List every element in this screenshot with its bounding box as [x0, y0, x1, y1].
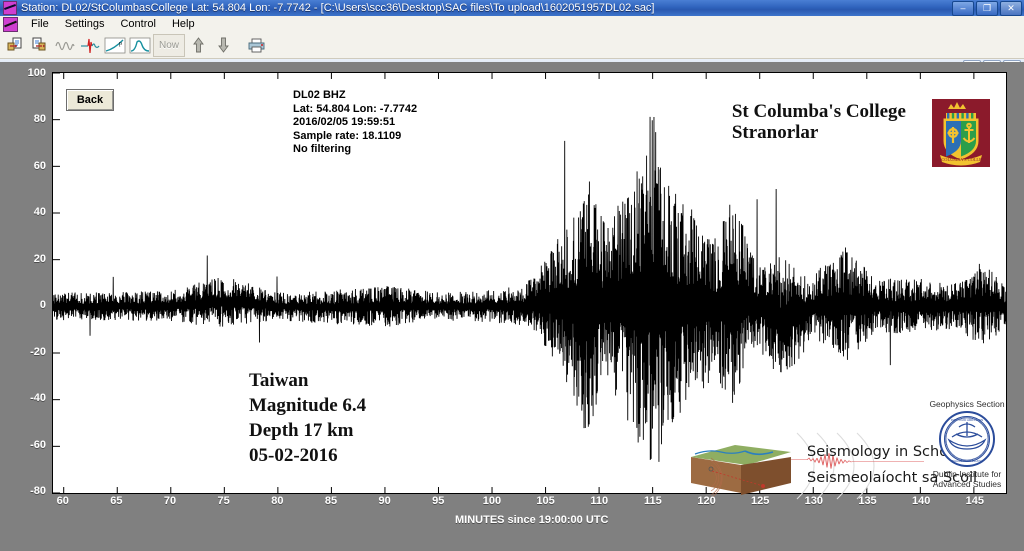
menu-item-settings[interactable]: Settings: [57, 17, 113, 32]
college-name: St Columba's College: [731, 101, 906, 122]
college-crest-icon: ST. COLUMBA'S COLLEGE: [932, 99, 990, 167]
x-tick-label: 80: [271, 495, 284, 507]
y-tick-label: 60: [33, 160, 46, 172]
college-town: Stranorlar: [731, 122, 819, 143]
dias-section-label: Geophysics Section: [929, 399, 1005, 409]
x-tick-label: 115: [644, 495, 662, 507]
event-annotation: Taiwan Magnitude 6.4 Depth 17 km 05-02-2…: [249, 368, 366, 468]
plot-client-area: 100 80 60 40 20 0 -20 -40 -60 -80 Back D…: [0, 62, 1024, 551]
x-tick-label: 105: [536, 495, 555, 507]
y-tick-label: -60: [30, 439, 46, 451]
station-info-block: DL02 BHZ Lat: 54.804 Lon: -7.7742 2016/0…: [293, 89, 417, 157]
svg-text:BHAILE ATHA CLIATH: BHAILE ATHA CLIATH: [952, 459, 982, 463]
event-date: 05-02-2016: [249, 445, 338, 466]
close-icon: ✕: [1007, 3, 1015, 13]
x-axis-title: MINUTES since 19:00:00 UTC: [455, 514, 609, 526]
window-controls: – ❐ ✕: [952, 1, 1022, 16]
menu-item-file[interactable]: File: [23, 17, 57, 32]
dias-seal-icon: INSTITIUID ARD-LEINN BHAILE ATHA CLIATH: [939, 411, 995, 467]
title-bar: Station: DL02/StColumbasCollege Lat: 54.…: [0, 0, 1024, 16]
application-window: Station: DL02/StColumbasCollege Lat: 54.…: [0, 0, 1024, 551]
station-info-line: Lat: 54.804 Lon: -7.7742: [293, 102, 418, 115]
menu-bar: File Settings Control Help: [0, 16, 1024, 34]
close-button[interactable]: ✕: [1000, 1, 1022, 16]
dias-name-line1: Dublin Institute for: [932, 469, 1002, 479]
svg-text:INSTITIUID ARD-LEINN: INSTITIUID ARD-LEINN: [951, 418, 983, 422]
minimize-icon: –: [960, 3, 966, 13]
arrow-up-icon[interactable]: [186, 34, 210, 57]
college-heading: St Columba's College Stranorlar: [732, 101, 906, 143]
window-title: Station: DL02/StColumbasCollege Lat: 54.…: [21, 1, 655, 14]
back-button[interactable]: Back: [66, 89, 114, 111]
x-tick-label: 110: [590, 495, 609, 507]
bell-curve-icon[interactable]: [128, 34, 152, 57]
y-tick-label: -40: [30, 392, 46, 404]
app-icon: [3, 17, 18, 32]
toolbar-separator: [236, 35, 244, 56]
now-button[interactable]: Now: [153, 34, 185, 57]
y-tick-label: 20: [33, 253, 46, 265]
x-tick-label: 95: [432, 495, 445, 507]
event-depth: Depth 17 km: [249, 420, 354, 441]
station-info-line: Sample rate: 18.1109: [293, 129, 402, 142]
svg-text:p: p: [119, 41, 122, 47]
x-tick-label: 70: [163, 495, 177, 507]
station-info-line: 2016/02/05 19:59:51: [293, 116, 396, 128]
x-tick-label: 135: [858, 495, 877, 507]
dias-logo: Geophysics Section INSTITIUID ARD-LEINN …: [915, 399, 1019, 489]
y-tick-label: 40: [33, 206, 46, 218]
dias-name-line2: Advanced Studies: [932, 479, 1002, 489]
toolbar: p Now: [0, 33, 1024, 59]
x-tick-label: 85: [324, 495, 338, 507]
ramp-p-icon[interactable]: p: [103, 34, 127, 57]
print-icon[interactable]: [245, 34, 269, 57]
pick-phase-icon[interactable]: [78, 34, 102, 57]
event-magnitude: Magnitude 6.4: [249, 395, 367, 416]
station-info-line: DL02 BHZ: [293, 89, 346, 101]
restore-button[interactable]: ❐: [976, 1, 998, 16]
seismology-in-schools-logo: Seismology in Schools Seismeolaíocht sa …: [685, 431, 977, 501]
seismogram-plot[interactable]: Back DL02 BHZ Lat: 54.804 Lon: -7.7742 2…: [52, 72, 1007, 500]
menu-item-control[interactable]: Control: [112, 17, 163, 32]
y-tick-label: 100: [27, 67, 46, 79]
x-tick-label: 130: [804, 495, 824, 507]
x-axis: 60 65 70 75 80 85 90 95 100 105 110 115 120 125 130 135…: [0, 495, 1024, 511]
x-tick-label: 60: [56, 495, 69, 507]
x-tick-label: 75: [217, 495, 230, 507]
open-file-icon[interactable]: [3, 34, 27, 57]
y-tick-label: 0: [39, 299, 46, 311]
y-tick-label: 80: [33, 113, 46, 125]
station-info-line: No filtering: [293, 143, 352, 155]
x-tick-label: 100: [482, 495, 502, 507]
seismograph-icon: [3, 1, 17, 15]
event-region: Taiwan: [249, 370, 309, 391]
x-tick-label: 145: [965, 495, 984, 507]
x-tick-label: 90: [378, 495, 391, 507]
minimize-button[interactable]: –: [952, 1, 974, 16]
arrow-down-icon[interactable]: [211, 34, 235, 57]
y-tick-label: -20: [30, 346, 46, 358]
save-file-icon[interactable]: [28, 34, 52, 57]
x-tick-label: 120: [697, 495, 716, 507]
x-tick-label: 125: [751, 495, 770, 507]
y-axis: 100 80 60 40 20 0 -20 -40 -60 -80: [0, 62, 52, 504]
restore-icon: ❐: [982, 3, 992, 13]
screen: Station: DL02/StColumbasCollege Lat: 54.…: [0, 0, 1024, 551]
svg-text:ST. COLUMBA'S COLLEGE: ST. COLUMBA'S COLLEGE: [934, 157, 988, 162]
x-tick-label: 65: [110, 495, 123, 507]
menu-item-help[interactable]: Help: [164, 17, 203, 32]
waveform-icon[interactable]: [53, 34, 77, 57]
x-tick-label: 140: [911, 495, 931, 507]
